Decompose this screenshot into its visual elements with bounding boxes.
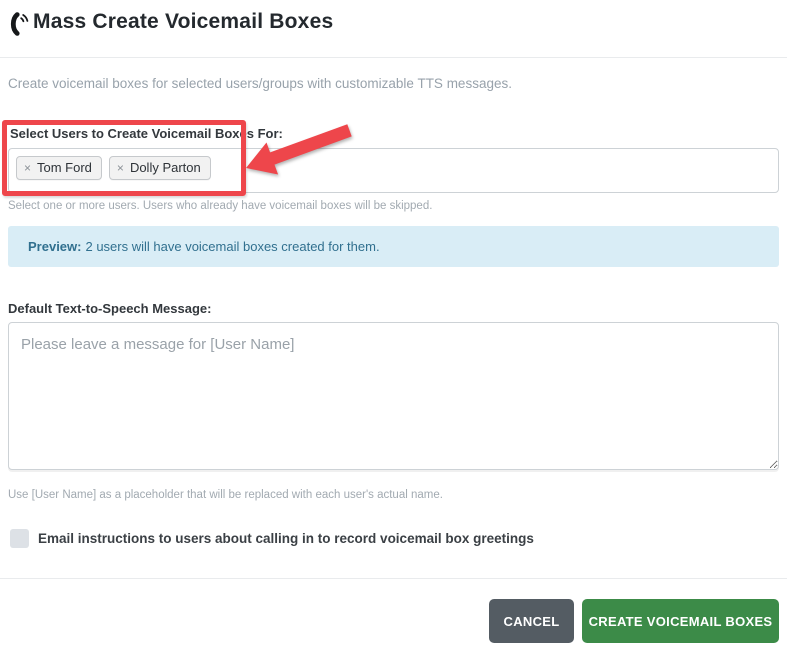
remove-tag-icon[interactable]: × — [24, 161, 31, 175]
selected-user-tag: × Tom Ford — [16, 156, 102, 180]
user-select-helper: Select one or more users. Users who alre… — [8, 200, 433, 212]
page-description: Create voicemail boxes for selected user… — [8, 76, 512, 91]
email-instructions-label: Email instructions to users about callin… — [38, 531, 534, 546]
tag-label: Dolly Parton — [129, 160, 201, 175]
preview-banner-message: 2 users will have voicemail boxes create… — [85, 239, 380, 254]
remove-tag-icon[interactable]: × — [117, 161, 124, 175]
preview-banner: Preview: 2 users will have voicemail box… — [8, 226, 779, 267]
tts-message-label: Default Text-to-Speech Message: — [8, 301, 212, 316]
preview-banner-label: Preview: — [28, 239, 82, 254]
tts-message-helper: Use [User Name] as a placeholder that wi… — [8, 489, 443, 501]
footer-divider — [0, 578, 787, 579]
email-instructions-checkbox[interactable] — [10, 529, 29, 548]
tts-message-textarea[interactable] — [8, 322, 779, 470]
selected-user-tag: × Dolly Parton — [108, 156, 211, 180]
create-voicemail-boxes-button[interactable]: CREATE VOICEMAIL BOXES — [582, 599, 779, 643]
mass-create-voicemail-modal: Mass Create Voicemail Boxes Create voice… — [0, 0, 787, 652]
user-select-input[interactable]: × Tom Ford × Dolly Parton — [8, 148, 779, 193]
page-title: Mass Create Voicemail Boxes — [33, 10, 334, 33]
user-select-label: Select Users to Create Voicemail Boxes F… — [10, 126, 283, 141]
tag-label: Tom Ford — [37, 160, 92, 175]
phone-volume-icon — [10, 12, 29, 36]
cancel-button[interactable]: CANCEL — [489, 599, 574, 643]
header-divider — [0, 57, 787, 58]
